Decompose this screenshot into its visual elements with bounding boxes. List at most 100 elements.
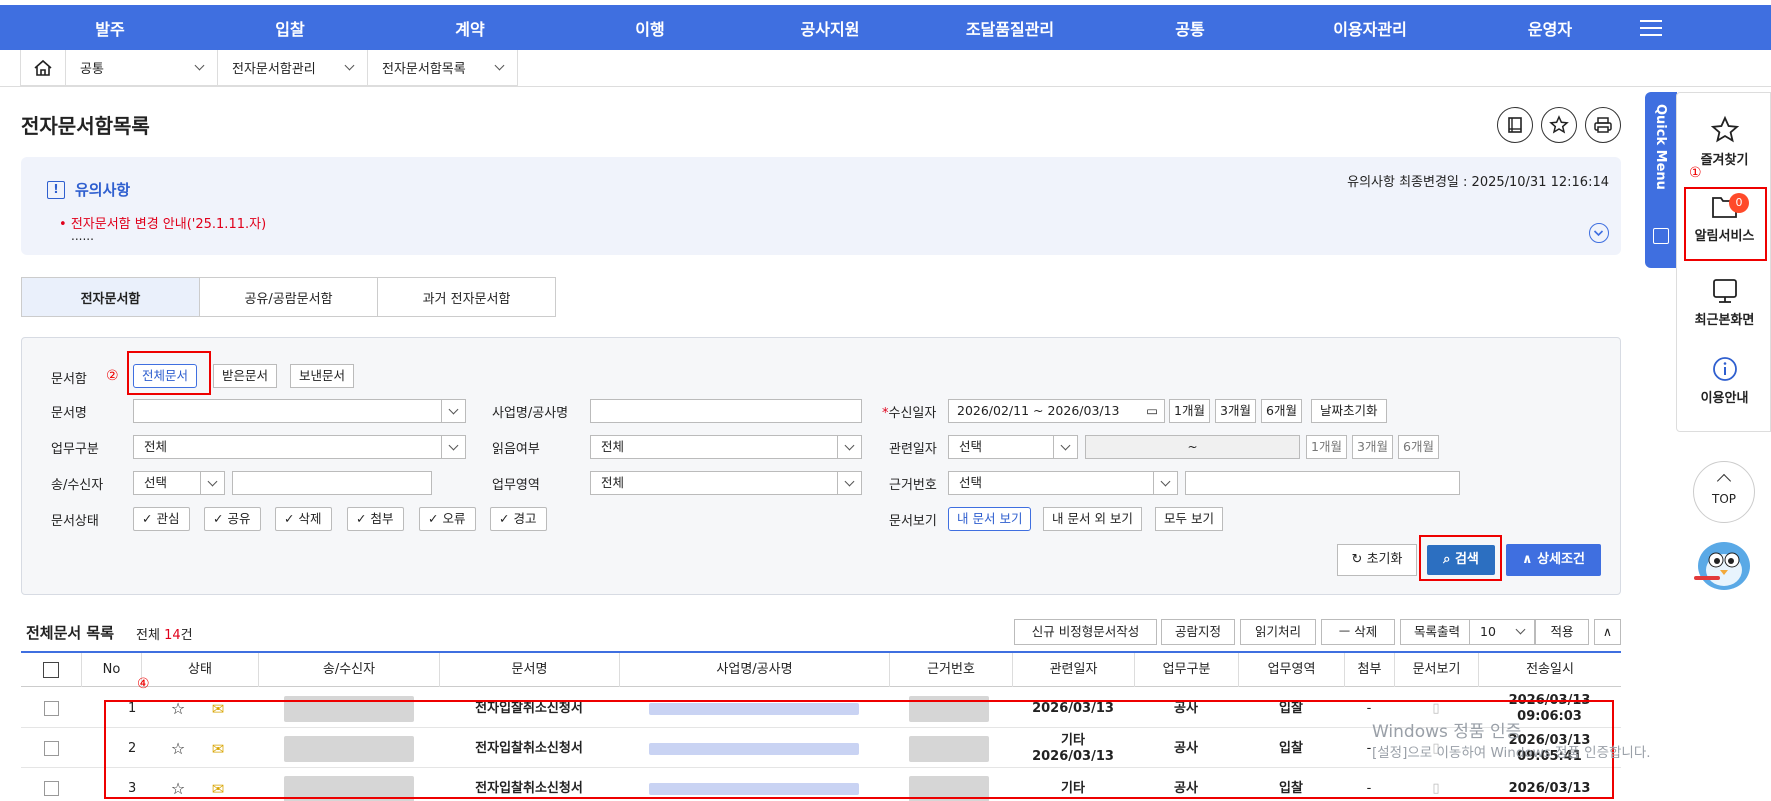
checkbox-label: 관심 [156,511,180,526]
quick-menu-tab[interactable]: Quick Menu [1645,92,1677,268]
work-select[interactable]: 전체 [133,435,466,459]
col-sent-at[interactable]: 전송일시 [1478,653,1621,687]
nav-item-performance[interactable]: 이행 [560,16,740,40]
chevron-down-icon [837,436,861,458]
status-interest-checkbox[interactable]: ✓ 관심 [133,507,191,531]
col-status: 상태 [141,653,258,687]
row-checkbox[interactable] [21,769,81,801]
favorite-star-icon[interactable] [1541,107,1577,143]
nav-item-operator[interactable]: 운영자 [1460,16,1640,40]
row-checkbox[interactable] [21,689,81,728]
select-all-checkbox[interactable] [43,661,59,678]
project-input[interactable] [590,399,862,423]
quick-menu-panel: 즐겨찾기 ① 알림서비스 0 최근본화면 이용안내 [1676,92,1771,432]
collapse-icon[interactable] [1653,228,1669,244]
nav-item-users[interactable]: 이용자관리 [1280,16,1460,40]
basis-input[interactable] [1185,471,1460,495]
reset-button[interactable]: ↻ 초기화 [1337,544,1417,576]
sender-select[interactable]: 선택 [133,471,225,495]
view-label: 문서보기 [889,514,937,529]
sender-label: 송/수신자 [51,478,104,493]
nav-item-bid[interactable]: 입찰 [200,16,380,40]
rel-period-1m-button[interactable]: 1개월 [1306,435,1347,459]
basis-select[interactable]: 선택 [948,471,1178,495]
date-reset-button[interactable]: 날짜초기화 [1311,399,1387,423]
list-count: 전체 14건 [136,624,193,643]
sender-input[interactable] [232,471,432,495]
filter-sent-docs-button[interactable]: 보낸문서 [290,364,355,388]
nav-item-order[interactable]: 발주 [20,16,200,40]
read-select[interactable]: 전체 [590,435,862,459]
col-area[interactable]: 업무영역 [1238,653,1344,687]
col-basis[interactable]: 근거번호 [889,653,1012,687]
basis-label: 근거번호 [889,478,937,493]
highlight-box-search [1419,535,1502,581]
apply-button[interactable]: 적용 [1535,619,1589,645]
view-my-docs-button[interactable]: 내 문서 보기 [948,507,1032,531]
col-view: 문서보기 [1394,653,1478,687]
status-warning-checkbox[interactable]: ✓ 경고 [490,507,548,531]
row-checkbox[interactable] [21,729,81,768]
nav-item-common[interactable]: 공통 [1100,16,1280,40]
rel-period-3m-button[interactable]: 3개월 [1352,435,1393,459]
nav-item-construction[interactable]: 공사지원 [740,16,920,40]
select-all-checkbox-cell[interactable] [21,653,81,687]
mark-read-button[interactable]: 읽기처리 [1240,619,1316,645]
status-attach-checkbox[interactable]: ✓ 첨부 [347,507,405,531]
breadcrumb-level-2[interactable]: 전자문서함관리 [218,50,368,85]
period-6m-button[interactable]: 6개월 [1261,399,1302,423]
col-sender[interactable]: 송/수신자 [258,653,439,687]
expand-chevron-icon[interactable] [1589,223,1609,243]
col-work[interactable]: 업무구분 [1134,653,1238,687]
period-3m-button[interactable]: 3개월 [1215,399,1256,423]
quick-guide[interactable]: 이용안내 [1677,355,1771,406]
period-1m-button[interactable]: 1개월 [1169,399,1210,423]
collapse-icon[interactable]: ∧ [1594,619,1621,645]
breadcrumb-label: 전자문서함관리 [232,62,316,77]
circulation-button[interactable]: 공람지정 [1161,619,1235,645]
new-document-button[interactable]: 신규 비정형문서작성 [1014,619,1157,645]
status-delete-checkbox[interactable]: ✓ 삭제 [275,507,333,531]
manual-icon[interactable] [1497,107,1533,143]
view-others-docs-button[interactable]: 내 문서 외 보기 [1043,507,1142,531]
home-icon[interactable] [20,50,66,85]
tab-shared-docs[interactable]: 공유/공람문서함 [199,277,378,317]
filter-received-docs-button[interactable]: 받은문서 [213,364,278,388]
delete-button[interactable]: ㅡ 삭제 [1321,619,1395,645]
recv-date-label: *수신일자 [882,406,937,421]
quick-favorites[interactable]: 즐겨찾기 [1677,115,1771,168]
hamburger-menu-icon[interactable] [1640,19,1662,36]
nav-item-contract[interactable]: 계약 [380,16,560,40]
rel-date-range[interactable]: ~ [1085,435,1300,459]
checkbox-label: 오류 [442,511,466,526]
area-select[interactable]: 전체 [590,471,862,495]
breadcrumb-level-1[interactable]: 공통 [66,50,218,85]
scroll-top-button[interactable]: TOP [1693,461,1755,523]
col-attach[interactable]: 첨부 [1344,653,1394,687]
breadcrumb-label: 공통 [80,62,104,77]
view-all-docs-button[interactable]: 모두 보기 [1155,507,1223,531]
detail-conditions-button[interactable]: ∧ 상세조건 [1506,544,1601,576]
area-value: 전체 [601,475,625,490]
col-rel-date[interactable]: 관련일자 [1012,653,1134,687]
quick-recent[interactable]: 최근본화면 [1677,277,1771,328]
tab-electronic-docs[interactable]: 전자문서함 [21,277,200,317]
doc-name-select[interactable] [133,399,466,423]
checkbox-label: 공유 [227,511,251,526]
calendar-icon[interactable]: ▭ [1146,400,1158,422]
print-list-button[interactable]: 목록출력 [1400,619,1474,645]
tab-past-docs[interactable]: 과거 전자문서함 [377,277,556,317]
quick-guide-label: 이용안내 [1700,391,1749,406]
area-label: 업무영역 [492,478,540,493]
col-doc-name[interactable]: 문서명 [439,653,619,687]
recv-date-range[interactable]: 2026/02/11 ~ 2026/03/13 ▭ [948,399,1165,423]
print-icon[interactable] [1585,107,1621,143]
col-project[interactable]: 사업명/공사명 [619,653,889,687]
rel-date-select[interactable]: 선택 [948,435,1078,459]
breadcrumb-level-3[interactable]: 전자문서함목록 [368,50,518,85]
status-error-checkbox[interactable]: ✓ 오류 [419,507,477,531]
status-share-checkbox[interactable]: ✓ 공유 [204,507,262,531]
page-size-select[interactable]: 10 [1469,619,1535,645]
rel-period-6m-button[interactable]: 6개월 [1398,435,1439,459]
nav-item-quality[interactable]: 조달품질관리 [920,16,1100,40]
